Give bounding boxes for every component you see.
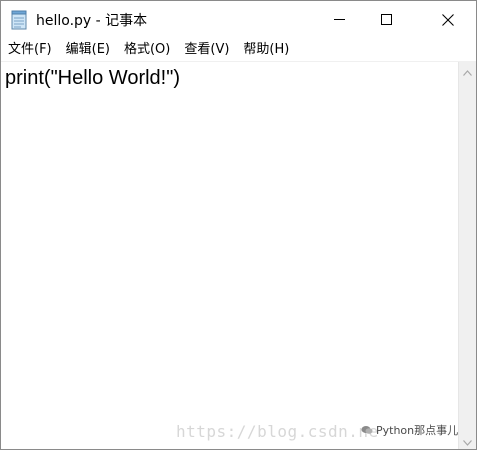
- minimize-button[interactable]: [316, 1, 362, 38]
- scroll-down-button[interactable]: [459, 432, 476, 449]
- menu-view[interactable]: 查看(V): [177, 39, 236, 61]
- menu-edit[interactable]: 编辑(E): [59, 39, 117, 61]
- vertical-scrollbar[interactable]: [458, 62, 476, 449]
- watermark-brand-text: Python那点事儿: [376, 424, 458, 437]
- menu-help[interactable]: 帮助(H): [236, 39, 296, 61]
- text-editor[interactable]: print("Hello World!") https://blog.csdn.…: [1, 62, 458, 449]
- chevron-up-icon: [463, 61, 472, 80]
- close-button[interactable]: [420, 1, 476, 38]
- close-icon: [442, 13, 454, 26]
- menu-bar: 文件(F) 编辑(E) 格式(O) 查看(V) 帮助(H): [1, 39, 476, 61]
- chevron-down-icon: [463, 431, 472, 450]
- window-title: hello.py - 记事本: [36, 13, 148, 29]
- scroll-up-button[interactable]: [459, 62, 476, 79]
- menu-format[interactable]: 格式(O): [117, 39, 177, 61]
- watermark-url: https://blog.csdn.ne: [176, 422, 379, 441]
- minimize-icon: [333, 14, 345, 25]
- watermark-brand: Python那点事儿: [361, 422, 458, 438]
- wechat-icon: [361, 425, 373, 435]
- title-bar[interactable]: hello.py - 记事本: [1, 1, 476, 38]
- editor-content[interactable]: print("Hello World!"): [5, 67, 180, 90]
- menu-file[interactable]: 文件(F): [1, 39, 59, 61]
- notepad-icon[interactable]: [10, 10, 29, 30]
- maximize-button[interactable]: [363, 1, 409, 38]
- notepad-window: hello.py - 记事本 文件(F) 编辑(E) 格式(O) 查看(V) 帮…: [0, 0, 477, 450]
- maximize-icon: [380, 14, 392, 25]
